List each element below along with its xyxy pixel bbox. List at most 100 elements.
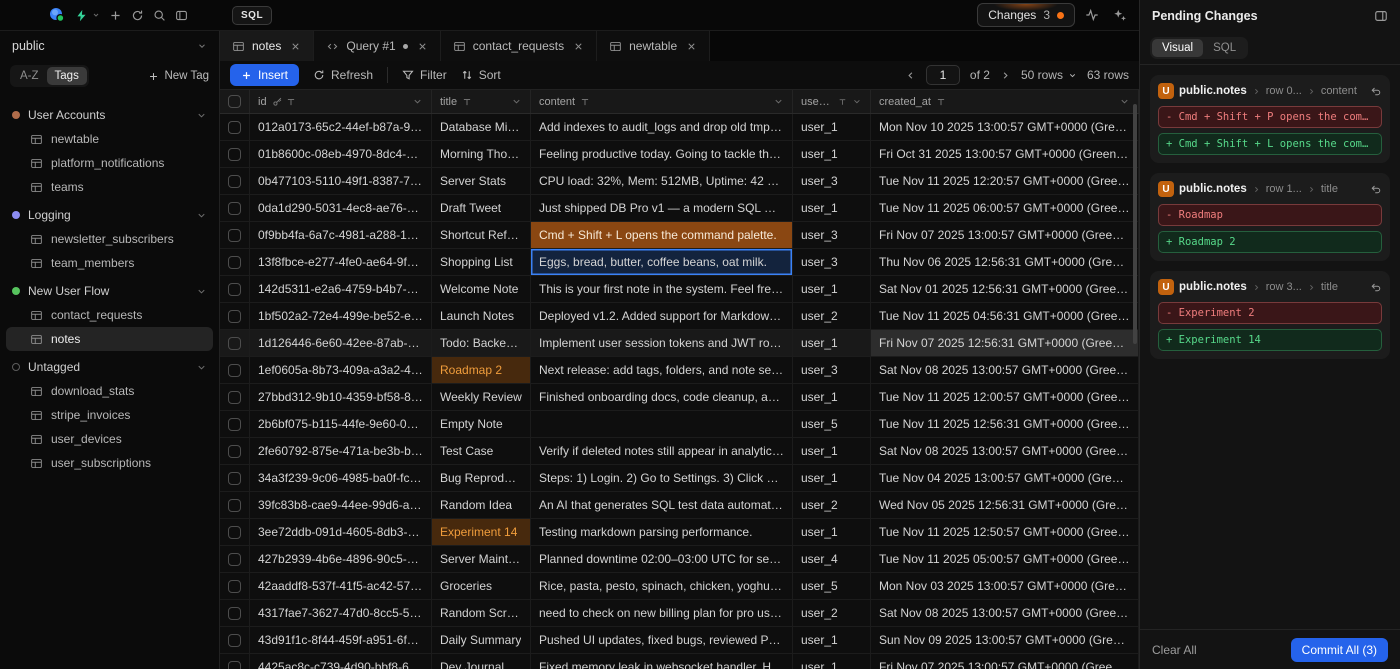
column-menu-icon[interactable] (412, 96, 423, 107)
cell-content[interactable]: Eggs, bread, butter, coffee beans, oat m… (531, 249, 793, 275)
sparkles-icon[interactable] (1113, 8, 1127, 22)
cell-content[interactable]: Pushed UI updates, fixed bugs, reviewed … (531, 627, 793, 653)
search-icon[interactable] (153, 9, 166, 22)
sidebar-item-notes[interactable]: notes (6, 327, 213, 351)
cell-content[interactable]: Next release: add tags, folders, and not… (531, 357, 793, 383)
sidebar-item-user_devices[interactable]: user_devices (6, 427, 213, 451)
cell-content[interactable]: This is your first note in the system. F… (531, 276, 793, 302)
cell-content[interactable]: Rice, pasta, pesto, spinach, chicken, yo… (531, 573, 793, 599)
rows-per-page-select[interactable]: 50 rows (1021, 68, 1077, 82)
sort-tags-button[interactable]: Tags (47, 67, 87, 85)
row-checkbox[interactable] (228, 391, 241, 404)
cell-id[interactable]: 1bf502a2-72e4-499e-be52-e45eac8a33e3 (250, 303, 432, 329)
cell-title[interactable]: Todo: Backend Work (432, 330, 531, 356)
row-checkbox[interactable] (228, 418, 241, 431)
cell-user_id[interactable]: user_1 (793, 654, 871, 669)
tag-group-header[interactable]: User Accounts (6, 103, 213, 127)
row-checkbox[interactable] (228, 229, 241, 242)
refresh-icon[interactable] (131, 9, 144, 22)
row-checkbox[interactable] (228, 580, 241, 593)
cell-title[interactable]: Weekly Review (432, 384, 531, 410)
prev-page-icon[interactable] (905, 70, 916, 81)
cell-content[interactable]: Planned downtime 02:00–03:00 UTC for sec… (531, 546, 793, 572)
cell-id[interactable]: 39fc83b8-cae9-44ee-99d6-a96990003e... (250, 492, 432, 518)
cell-user_id[interactable]: user_3 (793, 357, 871, 383)
cell-title[interactable]: Experiment 14 (432, 519, 531, 545)
activity-icon[interactable] (1085, 8, 1099, 22)
cell-content[interactable]: Add indexes to audit_logs and drop old t… (531, 114, 793, 140)
row-checkbox[interactable] (228, 634, 241, 647)
column-header-id[interactable]: id (250, 90, 432, 113)
refresh-button[interactable]: Refresh (313, 68, 373, 82)
cell-user_id[interactable]: user_1 (793, 519, 871, 545)
row-checkbox[interactable] (228, 661, 241, 669)
sort-button[interactable]: Sort (461, 68, 501, 82)
cell-content[interactable]: An AI that generates SQL test data autom… (531, 492, 793, 518)
cell-content[interactable]: Feeling productive today. Going to tackl… (531, 141, 793, 167)
cell-created_at[interactable]: Fri Nov 07 2025 13:00:57 GMT+0000 (Green… (871, 222, 1139, 248)
cell-user_id[interactable]: user_1 (793, 195, 871, 221)
row-checkbox[interactable] (228, 526, 241, 539)
new-tag-button[interactable]: New Tag (148, 70, 209, 82)
cell-created_at[interactable]: Thu Nov 06 2025 12:56:31 GMT+0000 (Green… (871, 249, 1139, 275)
cell-id[interactable]: 2fe60792-875e-471a-be3b-b1d0cd83926c (250, 438, 432, 464)
sidebar-item-platform_notifications[interactable]: platform_notifications (6, 151, 213, 175)
cell-id[interactable]: 427b2939-4b6e-4896-90c5-28c2c67bf5... (250, 546, 432, 572)
cell-id[interactable]: 0da1d290-5031-4ec8-ae76-caa4b1d9eb6b (250, 195, 432, 221)
row-checkbox[interactable] (228, 310, 241, 323)
sidebar-item-team_members[interactable]: team_members (6, 251, 213, 275)
cell-user_id[interactable]: user_1 (793, 384, 871, 410)
cell-created_at[interactable]: Tue Nov 04 2025 13:00:57 GMT+0000 (Green… (871, 465, 1139, 491)
cell-created_at[interactable]: Tue Nov 11 2025 12:00:57 GMT+0000 (Green… (871, 384, 1139, 410)
cell-content[interactable]: Verify if deleted notes still appear in … (531, 438, 793, 464)
cell-title[interactable]: Server Stats (432, 168, 531, 194)
cell-content[interactable]: Implement user session tokens and JWT ro… (531, 330, 793, 356)
cell-id[interactable]: 1d126446-6e60-42ee-87ab-cf7a60392ba9 (250, 330, 432, 356)
sidebar-toggle-icon[interactable] (175, 9, 188, 22)
cell-created_at[interactable]: Sun Nov 09 2025 13:00:57 GMT+0000 (Green… (871, 627, 1139, 653)
row-checkbox[interactable] (228, 175, 241, 188)
vertical-scrollbar[interactable] (1133, 104, 1137, 344)
row-checkbox[interactable] (228, 337, 241, 350)
tag-group-header[interactable]: Untagged (6, 355, 213, 379)
row-checkbox[interactable] (228, 472, 241, 485)
sidebar-item-contact_requests[interactable]: contact_requests (6, 303, 213, 327)
cell-user_id[interactable]: user_2 (793, 600, 871, 626)
cell-user_id[interactable]: user_1 (793, 330, 871, 356)
sidebar-item-download_stats[interactable]: download_stats (6, 379, 213, 403)
cell-user_id[interactable]: user_1 (793, 438, 871, 464)
column-header-title[interactable]: title (432, 90, 531, 113)
insert-button[interactable]: Insert (230, 64, 299, 86)
cell-id[interactable]: 42aaddf8-537f-41f5-ac42-574025ab06a7 (250, 573, 432, 599)
cell-created_at[interactable]: Sat Nov 08 2025 13:00:57 GMT+0000 (Green… (871, 438, 1139, 464)
cell-title[interactable]: Shopping List (432, 249, 531, 275)
sidebar-item-user_subscriptions[interactable]: user_subscriptions (6, 451, 213, 475)
close-icon[interactable] (686, 41, 697, 52)
cell-id[interactable]: 4317fae7-3627-47d0-8cc5-510677d9f1a4 (250, 600, 432, 626)
cell-id[interactable]: 2b6bf075-b115-44fe-9e60-0d95b08b3059 (250, 411, 432, 437)
tab-visual[interactable]: Visual (1152, 39, 1203, 57)
panel-collapse-icon[interactable] (1374, 9, 1388, 23)
page-input[interactable] (926, 65, 960, 85)
cell-id[interactable]: 0b477103-5110-49f1-8387-73b4eee59d1f (250, 168, 432, 194)
cell-title[interactable]: Welcome Note (432, 276, 531, 302)
cell-content[interactable] (531, 411, 793, 437)
cell-user_id[interactable]: user_1 (793, 627, 871, 653)
cell-id[interactable]: 13f8fbce-e277-4fe0-ae64-9f90d1db40f0 (250, 249, 432, 275)
cell-created_at[interactable]: Fri Nov 07 2025 13:00:57 GMT+0000 (Green… (871, 654, 1139, 669)
cell-title[interactable]: Launch Notes (432, 303, 531, 329)
cell-id[interactable]: 142d5311-e2a6-4759-b4b7-e1131063ea10 (250, 276, 432, 302)
sidebar-item-teams[interactable]: teams (6, 175, 213, 199)
column-header-content[interactable]: content (531, 90, 793, 113)
cell-content[interactable]: Deployed v1.2. Added support for Markdow… (531, 303, 793, 329)
cell-content[interactable]: Steps: 1) Login. 2) Go to Settings. 3) C… (531, 465, 793, 491)
cell-user_id[interactable]: user_3 (793, 222, 871, 248)
column-menu-icon[interactable] (852, 96, 862, 107)
cell-title[interactable]: Random Scratchpad (432, 600, 531, 626)
changes-button[interactable]: Changes 3 (977, 3, 1075, 27)
row-checkbox[interactable] (228, 202, 241, 215)
row-checkbox[interactable] (228, 148, 241, 161)
cell-user_id[interactable]: user_1 (793, 141, 871, 167)
cell-title[interactable]: Test Case (432, 438, 531, 464)
cell-user_id[interactable]: user_3 (793, 249, 871, 275)
